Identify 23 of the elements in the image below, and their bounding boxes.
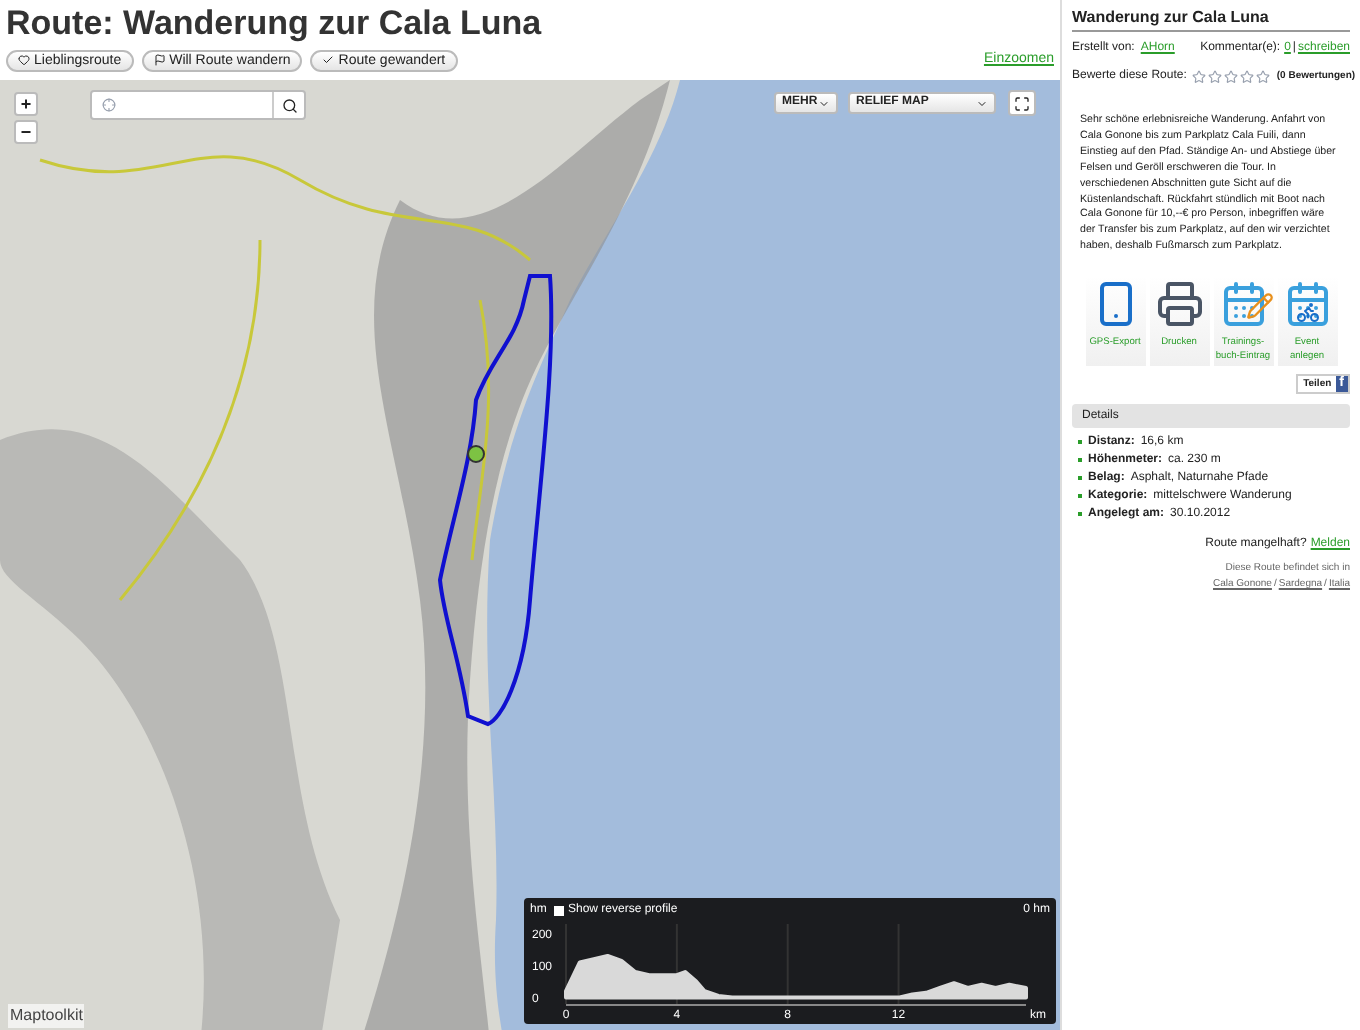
caret-icon <box>976 97 988 109</box>
heart-icon <box>18 54 30 66</box>
rating-star-icon[interactable] <box>1224 69 1239 83</box>
map-logo: Maptoolkit <box>8 1004 85 1028</box>
locate-icon <box>102 98 116 112</box>
reverse-checkbox[interactable] <box>554 906 564 916</box>
fullscreen-button[interactable] <box>1008 90 1036 116</box>
calendar-pencil-icon <box>1219 280 1267 329</box>
caret-icon <box>818 97 830 109</box>
page-title: Route: Wanderung zur Cala Luna <box>4 2 544 44</box>
printer-icon <box>1155 280 1203 329</box>
sidebar-title: Wanderung zur Cala Luna <box>1072 6 1350 32</box>
rating-star-icon[interactable] <box>1256 69 1271 83</box>
map-search-field[interactable] <box>90 90 306 120</box>
calendar-bike-icon <box>1283 280 1331 329</box>
rating-star-icon[interactable] <box>1208 69 1223 83</box>
flag-icon <box>153 54 166 66</box>
zoom-in-button[interactable]: + <box>14 92 38 116</box>
rating-star-icon[interactable] <box>1240 69 1255 83</box>
rating-star-icon[interactable] <box>1192 69 1207 83</box>
zoom-out-button[interactable]: − <box>14 120 38 144</box>
check-icon <box>322 54 335 66</box>
fullscreen-icon <box>1014 95 1030 111</box>
